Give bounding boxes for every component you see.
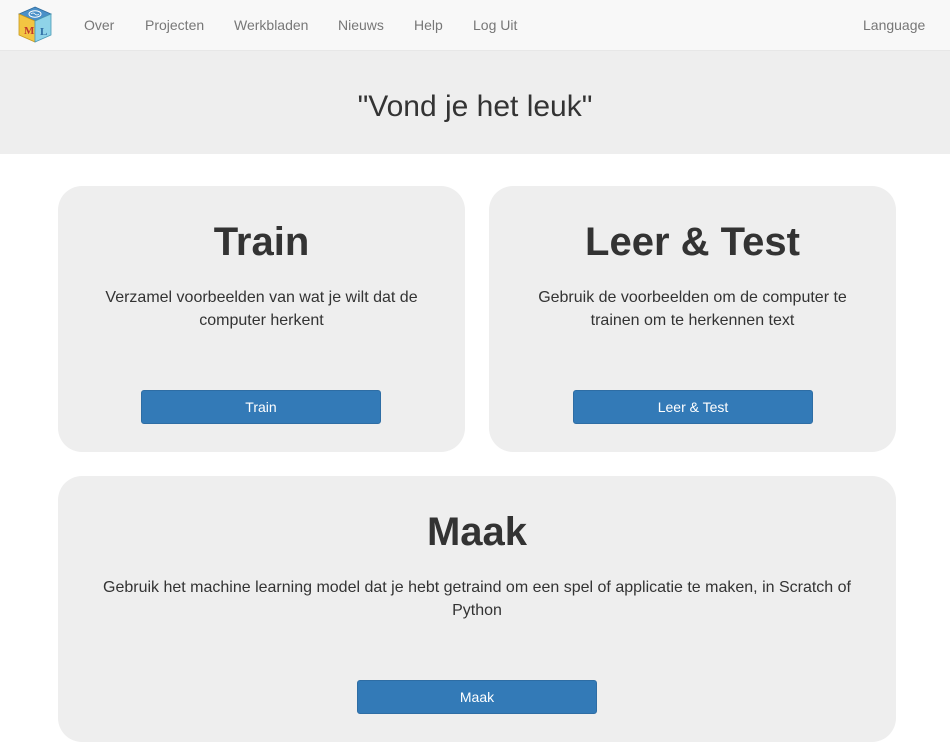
train-card-description: Verzamel voorbeelden van wat je wilt dat… xyxy=(105,289,418,329)
ml-logo-icon[interactable]: M L xyxy=(16,5,54,45)
learn-test-card: Leer & Test Gebruik de voorbeelden om de… xyxy=(489,186,896,452)
make-button[interactable]: Maak xyxy=(357,680,597,714)
nav-item-help[interactable]: Help xyxy=(414,0,443,50)
learn-test-button[interactable]: Leer & Test xyxy=(573,390,813,424)
train-card-title: Train xyxy=(213,220,310,264)
logo-letter-l: L xyxy=(40,26,47,38)
nav-item-log-uit[interactable]: Log Uit xyxy=(473,0,517,50)
make-card-description: Gebruik het machine learning model dat j… xyxy=(103,579,851,619)
nav-item-werkbladen[interactable]: Werkbladen xyxy=(234,0,308,50)
logo-letter-m: M xyxy=(24,25,35,37)
nav-item-nieuws[interactable]: Nieuws xyxy=(338,0,384,50)
make-card-title: Maak xyxy=(426,510,528,554)
top-navbar: M L Over Projecten Werkbladen Nieuws Hel… xyxy=(0,0,950,51)
language-menu[interactable]: Language xyxy=(863,0,925,50)
nav-item-over[interactable]: Over xyxy=(84,0,114,50)
learn-test-card-title: Leer & Test xyxy=(585,220,800,264)
title-band: "Vond je het leuk" xyxy=(0,51,950,154)
make-card: Maak Gebruik het machine learning model … xyxy=(58,476,896,742)
train-card: Train Verzamel voorbeelden van wat je wi… xyxy=(58,186,465,452)
page-title: "Vond je het leuk" xyxy=(357,90,593,123)
nav-item-projecten[interactable]: Projecten xyxy=(145,0,204,50)
learn-test-card-description: Gebruik de voorbeelden om de computer te… xyxy=(538,289,847,329)
train-button[interactable]: Train xyxy=(141,390,381,424)
